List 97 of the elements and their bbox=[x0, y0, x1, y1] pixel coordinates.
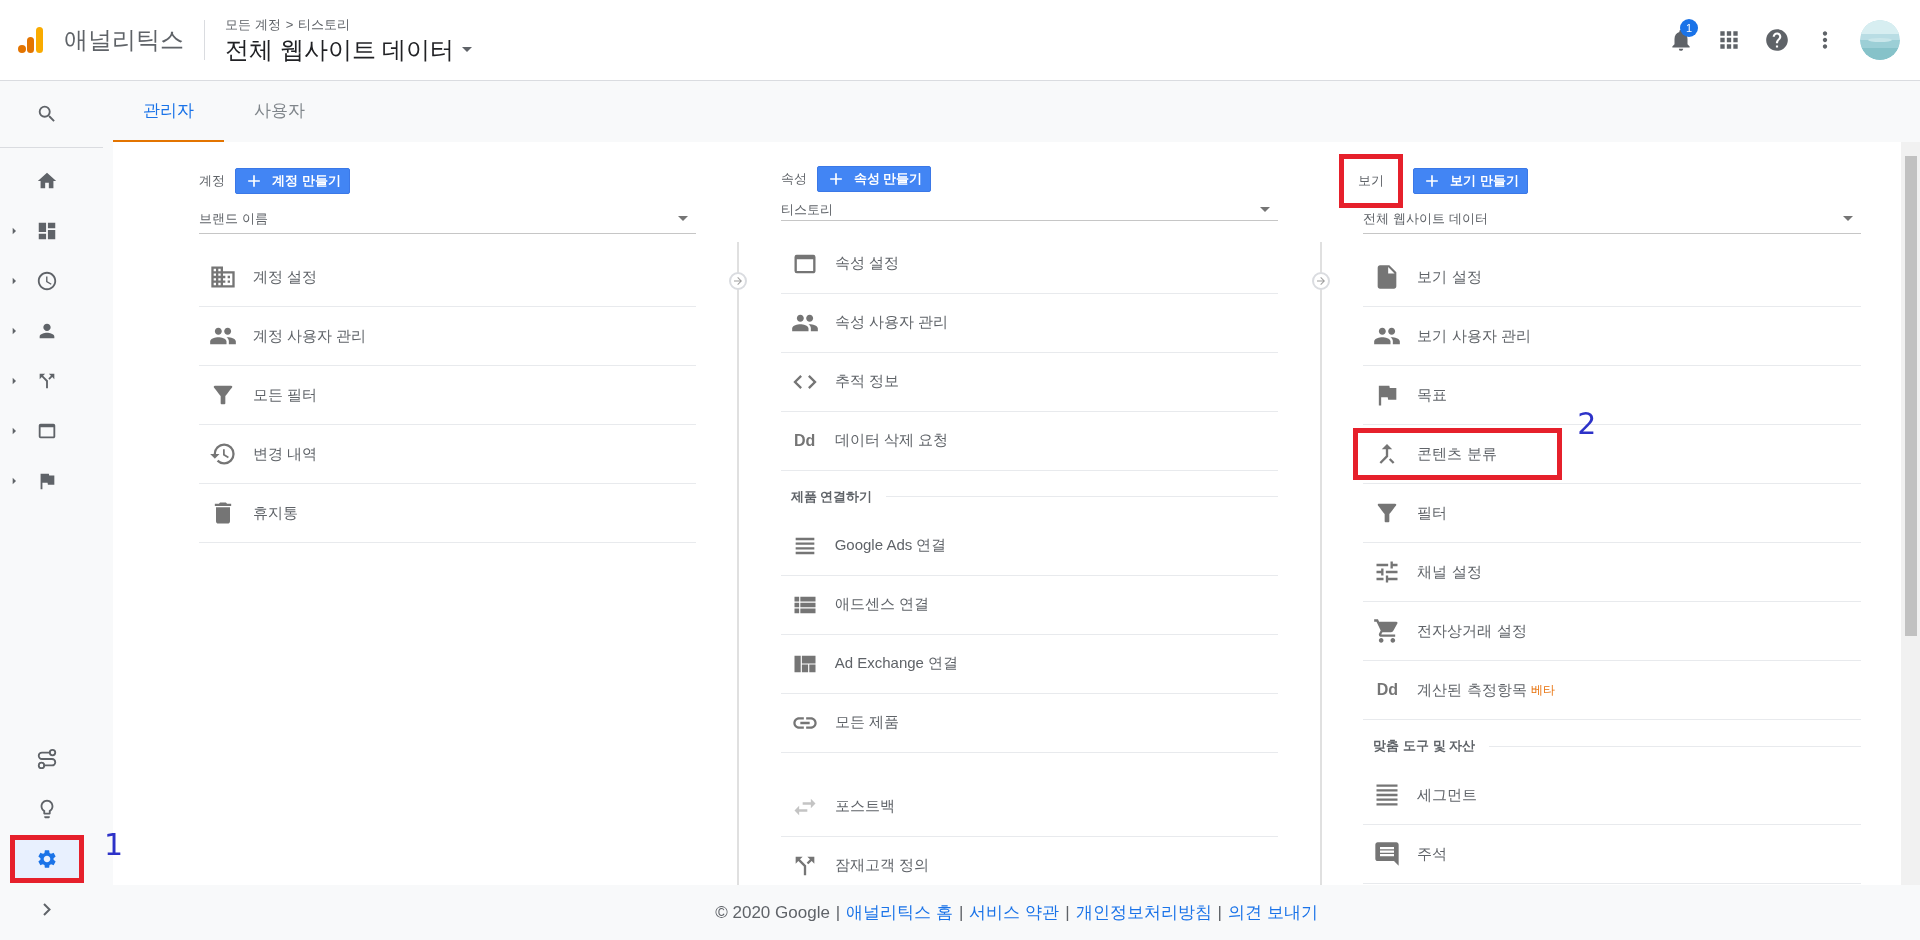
menu-item-label: Google Ads 연결 bbox=[834, 535, 947, 556]
menu-item[interactable]: 잠재고객 정의 bbox=[780, 839, 955, 885]
caret-icon bbox=[677, 216, 688, 221]
menu-item[interactable]: 포스트백 bbox=[780, 780, 921, 833]
menu-item-label: 채널 설정 bbox=[1417, 561, 1482, 582]
menu-item[interactable]: Ad Exchange 연결 bbox=[780, 637, 985, 690]
menu-item-label: 포스트백 bbox=[834, 796, 895, 817]
annotation-number: 2 bbox=[1577, 405, 1597, 443]
dropdown-field[interactable]: 티스토리 bbox=[780, 200, 1279, 221]
dropdown-field[interactable]: 전체 웹사이트 데이터 bbox=[1363, 204, 1861, 234]
menu-item-label: 보기 설정 bbox=[1417, 266, 1482, 287]
route-icon bbox=[36, 748, 58, 770]
menu-item-label: 추적 정보 bbox=[834, 371, 899, 392]
footer-link[interactable]: 서비스 약관 bbox=[969, 899, 1060, 926]
menu-item-label: 주석 bbox=[1417, 843, 1448, 864]
menu-item[interactable]: 속성 설정 bbox=[780, 237, 925, 290]
menu-item[interactable]: Google Ads 연결 bbox=[780, 519, 973, 572]
menu-item[interactable]: 보기 사용자 관리 bbox=[1363, 310, 1557, 362]
breadcrumb-link[interactable]: 모든 계정 bbox=[225, 15, 281, 35]
menu-item-label: 계산된 측정항목 bbox=[1417, 679, 1527, 700]
column-label: 계정 bbox=[199, 172, 225, 191]
menu-item[interactable]: 변경 내역 bbox=[199, 428, 344, 480]
footer-separator: | bbox=[835, 901, 841, 924]
menu-item-label: Ad Exchange 연결 bbox=[834, 653, 959, 674]
menu-item[interactable]: 모든 필터 bbox=[199, 369, 344, 421]
logo-icon bbox=[18, 26, 44, 54]
menu-item[interactable]: 휴지통 bbox=[199, 487, 324, 539]
tab[interactable]: 사용자 bbox=[224, 81, 335, 142]
menu-item[interactable]: 콘텐츠 분류 bbox=[1353, 428, 1562, 480]
settings-icon bbox=[36, 848, 58, 870]
footer-link[interactable]: 애널리틱스 홈 bbox=[846, 899, 953, 926]
menu-item[interactable]: 전자상거래 설정 bbox=[1363, 605, 1553, 657]
annotation-number: 1 bbox=[104, 826, 124, 864]
menu-item[interactable]: 모든 제품 bbox=[780, 696, 925, 749]
nav-button[interactable] bbox=[10, 835, 84, 883]
menu-item-label: 휴지통 bbox=[253, 502, 298, 523]
column-label: 속성 bbox=[780, 170, 807, 189]
menu-item-label: 속성 설정 bbox=[834, 253, 899, 274]
copyright-text: © 2020 Google bbox=[715, 901, 830, 924]
footer-link[interactable]: 개인정보처리방침 bbox=[1075, 899, 1212, 926]
notification-badge: 1 bbox=[1680, 19, 1698, 37]
help-icon[interactable] bbox=[1764, 27, 1790, 53]
menu-item-label: 보기 사용자 관리 bbox=[1417, 325, 1531, 346]
caret-icon bbox=[1843, 216, 1853, 221]
beta-tag: 베타 bbox=[1530, 681, 1555, 699]
dropdown-field[interactable]: 브랜드 이름 bbox=[199, 204, 696, 234]
menu-item-label: 계정 사용자 관리 bbox=[253, 325, 367, 346]
menu-item-label: 전자상거래 설정 bbox=[1417, 620, 1527, 641]
dashboard-icon bbox=[36, 220, 58, 242]
chevron-right-icon bbox=[43, 902, 51, 916]
menu-item[interactable]: 세그먼트 bbox=[1363, 769, 1504, 821]
search-icon bbox=[36, 103, 58, 125]
menu-item[interactable]: 속성 사용자 관리 bbox=[780, 296, 974, 349]
column-label: 보기 bbox=[1339, 154, 1404, 208]
menu-item[interactable]: 필터 bbox=[1363, 487, 1474, 539]
menu-item-label: 세그먼트 bbox=[1417, 784, 1478, 805]
menu-item-label: 데이터 삭제 요청 bbox=[834, 430, 948, 451]
view-selector[interactable]: 전체 웹사이트 데이터 bbox=[225, 34, 473, 65]
footer-separator: | bbox=[1217, 901, 1222, 924]
section-heading: 제품 연결하기 bbox=[790, 487, 873, 506]
menu-item-label: 모든 필터 bbox=[253, 384, 318, 405]
create-button[interactable]: 속성 만들기 bbox=[816, 166, 932, 192]
menu-item-label: 필터 bbox=[1417, 502, 1448, 523]
menu-item[interactable]: 보기 설정 bbox=[1363, 251, 1508, 303]
menu-item[interactable]: Dd 데이터 삭제 요청 bbox=[780, 414, 974, 467]
scrollbar-thumb[interactable] bbox=[1904, 156, 1917, 636]
menu-item-label: 모든 제품 bbox=[834, 712, 899, 733]
footer-separator: | bbox=[1065, 901, 1070, 924]
caret-icon bbox=[462, 47, 473, 53]
caret-icon bbox=[1260, 207, 1271, 213]
menu-item-label: 변경 내역 bbox=[253, 443, 318, 464]
menu-item-label: 속성 사용자 관리 bbox=[834, 312, 948, 333]
create-button[interactable]: 보기 만들기 bbox=[1413, 168, 1528, 194]
menu-item[interactable]: Dd 계산된 측정항목 베타 bbox=[1363, 664, 1581, 716]
menu-item[interactable]: 계정 설정 bbox=[199, 251, 344, 303]
create-button[interactable]: 계정 만들기 bbox=[235, 168, 350, 194]
menu-item-label: 콘텐츠 분류 bbox=[1417, 443, 1497, 464]
menu-item[interactable]: 주석 bbox=[1363, 828, 1474, 880]
menu-item-label: 잠재고객 정의 bbox=[834, 855, 929, 876]
menu-item[interactable]: 채널 설정 bbox=[1363, 546, 1508, 598]
menu-item[interactable]: 애드센스 연결 bbox=[780, 578, 955, 631]
menu-item-label: 애드센스 연결 bbox=[834, 594, 929, 615]
dd-icon: Dd bbox=[790, 428, 819, 453]
menu-item[interactable]: 목표 bbox=[1363, 369, 1474, 421]
menu-item[interactable]: 추적 정보 bbox=[780, 355, 925, 408]
menu-item-label: 계정 설정 bbox=[253, 266, 318, 287]
footer-separator: | bbox=[959, 901, 964, 924]
breadcrumb-separator: > bbox=[285, 16, 294, 35]
section-heading: 맞춤 도구 및 자산 bbox=[1373, 737, 1476, 756]
comment-icon bbox=[1373, 840, 1402, 868]
menu-item-label: 목표 bbox=[1417, 384, 1448, 405]
footer-link[interactable]: 의견 보내기 bbox=[1228, 899, 1318, 926]
menu-item[interactable]: 계정 사용자 관리 bbox=[199, 310, 393, 362]
clock-icon bbox=[36, 270, 58, 292]
breadcrumb-link[interactable]: 티스토리 bbox=[298, 15, 351, 35]
dd-icon: Dd bbox=[1373, 678, 1402, 702]
product-name: 애널리틱스 bbox=[64, 25, 184, 55]
